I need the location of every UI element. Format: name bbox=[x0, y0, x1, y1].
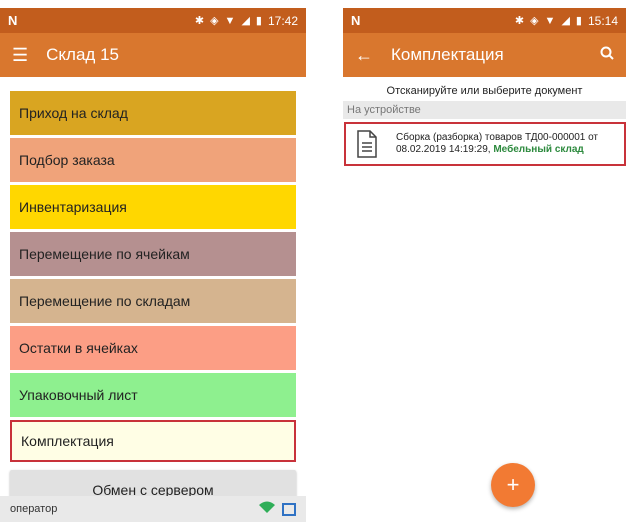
bluetooth-icon: ✱ bbox=[514, 15, 525, 27]
menu-item-cell-balances[interactable]: Остатки в ячейках bbox=[10, 326, 296, 373]
device-icon bbox=[282, 502, 296, 516]
document-meta: 08.02.2019 14:19:29, Мебельный склад bbox=[396, 144, 598, 156]
menu-item-kitting[interactable]: Комплектация bbox=[10, 420, 296, 462]
app-bar: ☰ Склад 15 bbox=[0, 33, 306, 77]
document-text: Сборка (разборка) товаров ТД00-000001 от… bbox=[396, 132, 598, 156]
main-menu: Приход на склад Подбор заказа Инвентариз… bbox=[0, 91, 306, 462]
signal-icon: ◢ bbox=[241, 15, 250, 27]
app-bar: ← Комплектация bbox=[343, 33, 626, 77]
menu-item-receipt[interactable]: Приход на склад bbox=[10, 91, 296, 138]
vibrate-icon: ◈ bbox=[530, 15, 539, 27]
operator-label: оператор bbox=[10, 503, 58, 515]
menu-item-inventory[interactable]: Инвентаризация bbox=[10, 185, 296, 232]
back-arrow-icon[interactable]: ← bbox=[355, 45, 373, 66]
hamburger-icon[interactable]: ☰ bbox=[12, 45, 28, 66]
left-screen: N ✱ ◈ ▼ ◢ ▮ 17:42 ☰ Склад 15 Приход на с… bbox=[0, 8, 306, 522]
bluetooth-icon: ✱ bbox=[194, 15, 205, 27]
menu-item-cell-transfer[interactable]: Перемещение по ячейкам bbox=[10, 232, 296, 279]
search-icon[interactable] bbox=[600, 46, 614, 64]
menu-item-label: Остатки в ячейках bbox=[19, 340, 138, 356]
nfc-icon: N bbox=[351, 13, 361, 28]
menu-item-label: Перемещение по складам bbox=[19, 293, 191, 309]
right-screen: N ✱ ◈ ▼ ◢ ▮ 15:14 ← Комплектация Отскани… bbox=[343, 8, 626, 522]
status-time: 15:14 bbox=[587, 13, 618, 28]
document-title: Сборка (разборка) товаров ТД00-000001 от bbox=[396, 132, 599, 143]
section-header: На устройстве bbox=[343, 101, 626, 119]
wifi-status-icon: ▼ bbox=[544, 14, 556, 27]
wifi-icon bbox=[258, 501, 276, 518]
menu-item-warehouse-transfer[interactable]: Перемещение по складам bbox=[10, 279, 296, 326]
document-list-item[interactable]: Сборка (разборка) товаров ТД00-000001 от… bbox=[344, 122, 626, 166]
menu-item-label: Подбор заказа bbox=[19, 152, 115, 168]
battery-icon: ▮ bbox=[575, 15, 582, 27]
signal-icon: ◢ bbox=[561, 15, 570, 27]
document-icon bbox=[356, 130, 378, 158]
bottom-status-bar: оператор bbox=[0, 496, 306, 522]
menu-item-label: Приход на склад bbox=[19, 105, 128, 121]
vibrate-icon: ◈ bbox=[210, 15, 219, 27]
add-button[interactable]: + bbox=[491, 463, 535, 507]
status-time: 17:42 bbox=[267, 13, 298, 28]
menu-item-order-picking[interactable]: Подбор заказа bbox=[10, 138, 296, 185]
scan-prompt: Отсканируйте или выберите документ bbox=[386, 85, 583, 97]
menu-item-label: Комплектация bbox=[21, 433, 114, 449]
menu-item-label: Упаковочный лист bbox=[19, 387, 138, 403]
page-title: Комплектация bbox=[391, 45, 504, 64]
status-bar: N ✱ ◈ ▼ ◢ ▮ 17:42 bbox=[0, 8, 306, 33]
wifi-status-icon: ▼ bbox=[224, 14, 236, 27]
document-date: 08.02.2019 14:19:29, bbox=[396, 144, 494, 155]
nfc-icon: N bbox=[8, 13, 18, 28]
battery-icon: ▮ bbox=[255, 15, 262, 27]
document-warehouse: Мебельный склад bbox=[493, 144, 584, 155]
menu-item-packing-list[interactable]: Упаковочный лист bbox=[10, 373, 296, 420]
menu-item-label: Перемещение по ячейкам bbox=[19, 246, 190, 262]
page-title: Склад 15 bbox=[46, 45, 119, 64]
menu-item-label: Инвентаризация bbox=[19, 199, 127, 215]
status-bar: N ✱ ◈ ▼ ◢ ▮ 15:14 bbox=[343, 8, 626, 33]
